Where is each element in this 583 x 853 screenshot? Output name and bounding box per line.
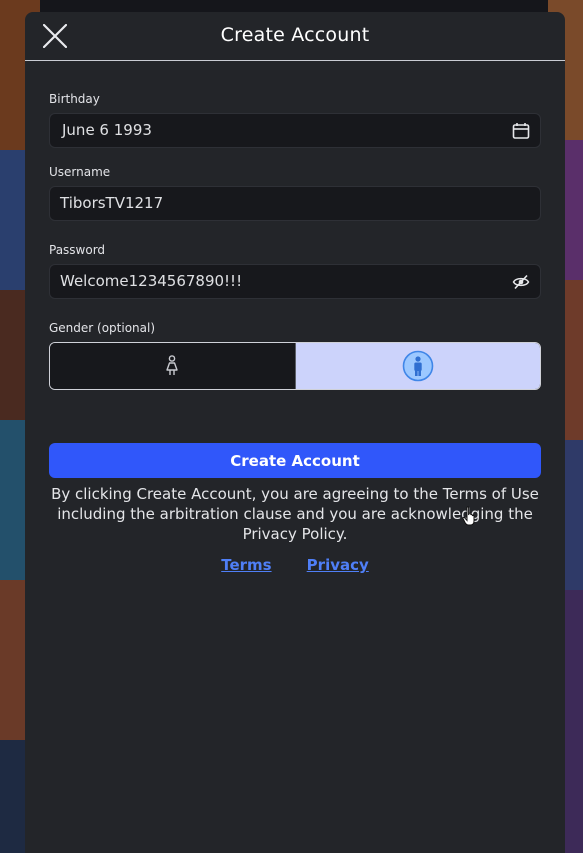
username-value: TiborsTV1217 — [60, 194, 164, 212]
male-icon — [402, 350, 434, 382]
gender-option-male[interactable] — [295, 343, 540, 389]
eye-slash-icon[interactable] — [512, 273, 530, 291]
terms-link[interactable]: Terms — [221, 556, 271, 574]
calendar-icon[interactable] — [512, 122, 530, 140]
dialog-title: Create Account — [220, 24, 370, 46]
password-value: Welcome1234567890!!! — [60, 272, 243, 290]
create-account-dialog: Create Account Birthday June 6 1993 User… — [25, 12, 565, 853]
privacy-link[interactable]: Privacy — [307, 556, 369, 574]
birthday-value: June 6 1993 — [62, 121, 152, 139]
female-icon — [166, 355, 178, 375]
password-field[interactable]: Welcome1234567890!!! — [49, 264, 541, 299]
legal-links: Terms Privacy — [25, 555, 565, 574]
hand-cursor-icon — [462, 506, 475, 526]
username-label: Username — [49, 165, 111, 179]
dialog-header: Create Account — [25, 12, 565, 61]
birthday-label: Birthday — [49, 92, 100, 106]
gender-option-female[interactable] — [50, 343, 296, 389]
gender-label: Gender (optional) — [49, 321, 156, 335]
gender-selector — [49, 342, 541, 390]
create-account-button[interactable]: Create Account — [49, 443, 541, 478]
username-field[interactable]: TiborsTV1217 — [49, 186, 541, 221]
password-label: Password — [49, 243, 106, 257]
birthday-field[interactable]: June 6 1993 — [49, 113, 541, 148]
